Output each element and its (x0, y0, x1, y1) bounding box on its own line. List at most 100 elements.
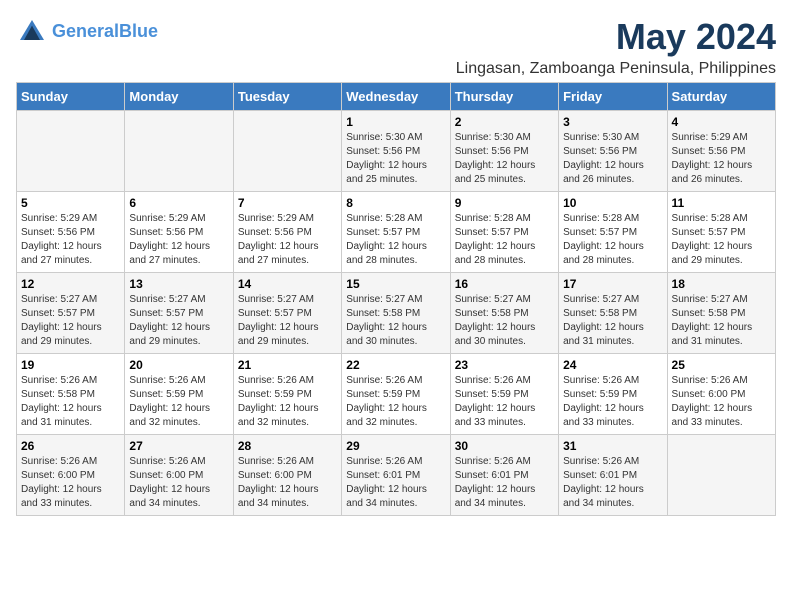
day-cell: 8 Sunrise: 5:28 AMSunset: 5:57 PMDaylight… (342, 192, 450, 273)
day-number: 17 (563, 277, 662, 291)
week-row-4: 19 Sunrise: 5:26 AMSunset: 5:58 PMDayligh… (17, 354, 776, 435)
day-info: Sunrise: 5:28 AMSunset: 5:57 PMDaylight:… (672, 212, 771, 268)
calendar-table: SundayMondayTuesdayWednesdayThursdayFrid… (16, 82, 776, 516)
day-info: Sunrise: 5:26 AMSunset: 6:00 PMDaylight:… (21, 455, 120, 511)
day-info: Sunrise: 5:28 AMSunset: 5:57 PMDaylight:… (455, 212, 554, 268)
logo-text: GeneralBlue (52, 22, 158, 42)
day-cell: 11Sunrise: 5:28 AMSunset: 5:57 PMDayligh… (667, 192, 775, 273)
day-cell: 22 Sunrise: 5:26 AMSunset: 5:59 PMDayligh… (342, 354, 450, 435)
day-cell: 26 Sunrise: 5:26 AMSunset: 6:00 PMDayligh… (17, 435, 125, 516)
logo-icon (16, 16, 48, 48)
day-number: 23 (455, 358, 554, 372)
day-cell: 15 Sunrise: 5:27 AMSunset: 5:58 PMDayligh… (342, 273, 450, 354)
day-cell: 21Sunrise: 5:26 AMSunset: 5:59 PMDayligh… (233, 354, 341, 435)
day-number: 19 (21, 358, 120, 372)
day-cell: 29 Sunrise: 5:26 AMSunset: 6:01 PMDayligh… (342, 435, 450, 516)
day-cell: 4 Sunrise: 5:29 AMSunset: 5:56 PMDaylight… (667, 111, 775, 192)
day-number: 24 (563, 358, 662, 372)
day-number: 21 (238, 358, 337, 372)
subtitle: Lingasan, Zamboanga Peninsula, Philippin… (456, 60, 776, 78)
day-cell: 12 Sunrise: 5:27 AMSunset: 5:57 PMDayligh… (17, 273, 125, 354)
day-number: 31 (563, 439, 662, 453)
day-number: 5 (21, 196, 120, 210)
day-cell: 25Sunrise: 5:26 AMSunset: 6:00 PMDayligh… (667, 354, 775, 435)
day-info: Sunrise: 5:29 AMSunset: 5:56 PMDaylight:… (238, 212, 337, 268)
day-number: 22 (346, 358, 445, 372)
day-info: Sunrise: 5:26 AMSunset: 5:59 PMDaylight:… (346, 374, 445, 430)
day-info: Sunrise: 5:27 AMSunset: 5:58 PMDaylight:… (455, 293, 554, 349)
day-cell: 23 Sunrise: 5:26 AMSunset: 5:59 PMDayligh… (450, 354, 558, 435)
day-info: Sunrise: 5:26 AMSunset: 6:00 PMDaylight:… (238, 455, 337, 511)
col-header-saturday: Saturday (667, 83, 775, 111)
day-info: Sunrise: 5:29 AMSunset: 5:56 PMDaylight:… (672, 131, 771, 187)
day-number: 15 (346, 277, 445, 291)
col-header-sunday: Sunday (17, 83, 125, 111)
day-number: 18 (672, 277, 771, 291)
day-cell: 6 Sunrise: 5:29 AMSunset: 5:56 PMDaylight… (125, 192, 233, 273)
day-info: Sunrise: 5:30 AMSunset: 5:56 PMDaylight:… (346, 131, 445, 187)
day-info: Sunrise: 5:26 AMSunset: 5:59 PMDaylight:… (455, 374, 554, 430)
day-number: 3 (563, 115, 662, 129)
day-cell (17, 111, 125, 192)
col-header-thursday: Thursday (450, 83, 558, 111)
day-info: Sunrise: 5:27 AMSunset: 5:58 PMDaylight:… (672, 293, 771, 349)
main-title: May 2024 (456, 16, 776, 58)
day-number: 8 (346, 196, 445, 210)
day-number: 26 (21, 439, 120, 453)
day-cell: 10Sunrise: 5:28 AMSunset: 5:57 PMDayligh… (559, 192, 667, 273)
day-cell: 18 Sunrise: 5:27 AMSunset: 5:58 PMDayligh… (667, 273, 775, 354)
day-info: Sunrise: 5:27 AMSunset: 5:58 PMDaylight:… (346, 293, 445, 349)
day-number: 12 (21, 277, 120, 291)
day-cell: 28 Sunrise: 5:26 AMSunset: 6:00 PMDayligh… (233, 435, 341, 516)
day-cell: 30 Sunrise: 5:26 AMSunset: 6:01 PMDayligh… (450, 435, 558, 516)
day-info: Sunrise: 5:27 AMSunset: 5:58 PMDaylight:… (563, 293, 662, 349)
logo: GeneralBlue (16, 16, 158, 48)
day-number: 27 (129, 439, 228, 453)
day-info: Sunrise: 5:26 AMSunset: 5:58 PMDaylight:… (21, 374, 120, 430)
day-number: 1 (346, 115, 445, 129)
day-info: Sunrise: 5:26 AMSunset: 6:01 PMDaylight:… (346, 455, 445, 511)
day-number: 9 (455, 196, 554, 210)
day-number: 13 (129, 277, 228, 291)
day-cell: 9 Sunrise: 5:28 AMSunset: 5:57 PMDaylight… (450, 192, 558, 273)
col-header-tuesday: Tuesday (233, 83, 341, 111)
day-number: 6 (129, 196, 228, 210)
day-info: Sunrise: 5:30 AMSunset: 5:56 PMDaylight:… (455, 131, 554, 187)
page-header: GeneralBlue May 2024 Lingasan, Zamboanga… (16, 16, 776, 78)
day-info: Sunrise: 5:29 AMSunset: 5:56 PMDaylight:… (21, 212, 120, 268)
title-block: May 2024 Lingasan, Zamboanga Peninsula, … (456, 16, 776, 78)
day-number: 28 (238, 439, 337, 453)
day-cell: 19 Sunrise: 5:26 AMSunset: 5:58 PMDayligh… (17, 354, 125, 435)
day-info: Sunrise: 5:27 AMSunset: 5:57 PMDaylight:… (129, 293, 228, 349)
week-row-5: 26 Sunrise: 5:26 AMSunset: 6:00 PMDayligh… (17, 435, 776, 516)
day-info: Sunrise: 5:29 AMSunset: 5:56 PMDaylight:… (129, 212, 228, 268)
day-cell: 7 Sunrise: 5:29 AMSunset: 5:56 PMDaylight… (233, 192, 341, 273)
day-info: Sunrise: 5:30 AMSunset: 5:56 PMDaylight:… (563, 131, 662, 187)
col-header-wednesday: Wednesday (342, 83, 450, 111)
week-row-1: 1 Sunrise: 5:30 AMSunset: 5:56 PMDaylight… (17, 111, 776, 192)
day-info: Sunrise: 5:27 AMSunset: 5:57 PMDaylight:… (238, 293, 337, 349)
day-cell: 24 Sunrise: 5:26 AMSunset: 5:59 PMDayligh… (559, 354, 667, 435)
day-number: 16 (455, 277, 554, 291)
day-cell (667, 435, 775, 516)
day-number: 25 (672, 358, 771, 372)
week-row-3: 12 Sunrise: 5:27 AMSunset: 5:57 PMDayligh… (17, 273, 776, 354)
day-number: 29 (346, 439, 445, 453)
day-cell: 5 Sunrise: 5:29 AMSunset: 5:56 PMDaylight… (17, 192, 125, 273)
day-cell (233, 111, 341, 192)
day-cell: 3 Sunrise: 5:30 AMSunset: 5:56 PMDaylight… (559, 111, 667, 192)
day-number: 30 (455, 439, 554, 453)
week-row-2: 5 Sunrise: 5:29 AMSunset: 5:56 PMDaylight… (17, 192, 776, 273)
day-number: 10 (563, 196, 662, 210)
day-info: Sunrise: 5:26 AMSunset: 5:59 PMDaylight:… (563, 374, 662, 430)
day-number: 4 (672, 115, 771, 129)
day-cell: 13 Sunrise: 5:27 AMSunset: 5:57 PMDayligh… (125, 273, 233, 354)
day-info: Sunrise: 5:27 AMSunset: 5:57 PMDaylight:… (21, 293, 120, 349)
day-info: Sunrise: 5:26 AMSunset: 6:01 PMDaylight:… (455, 455, 554, 511)
day-cell: 14Sunrise: 5:27 AMSunset: 5:57 PMDayligh… (233, 273, 341, 354)
day-info: Sunrise: 5:26 AMSunset: 6:01 PMDaylight:… (563, 455, 662, 511)
day-info: Sunrise: 5:28 AMSunset: 5:57 PMDaylight:… (346, 212, 445, 268)
day-cell (125, 111, 233, 192)
day-number: 7 (238, 196, 337, 210)
day-info: Sunrise: 5:26 AMSunset: 5:59 PMDaylight:… (129, 374, 228, 430)
